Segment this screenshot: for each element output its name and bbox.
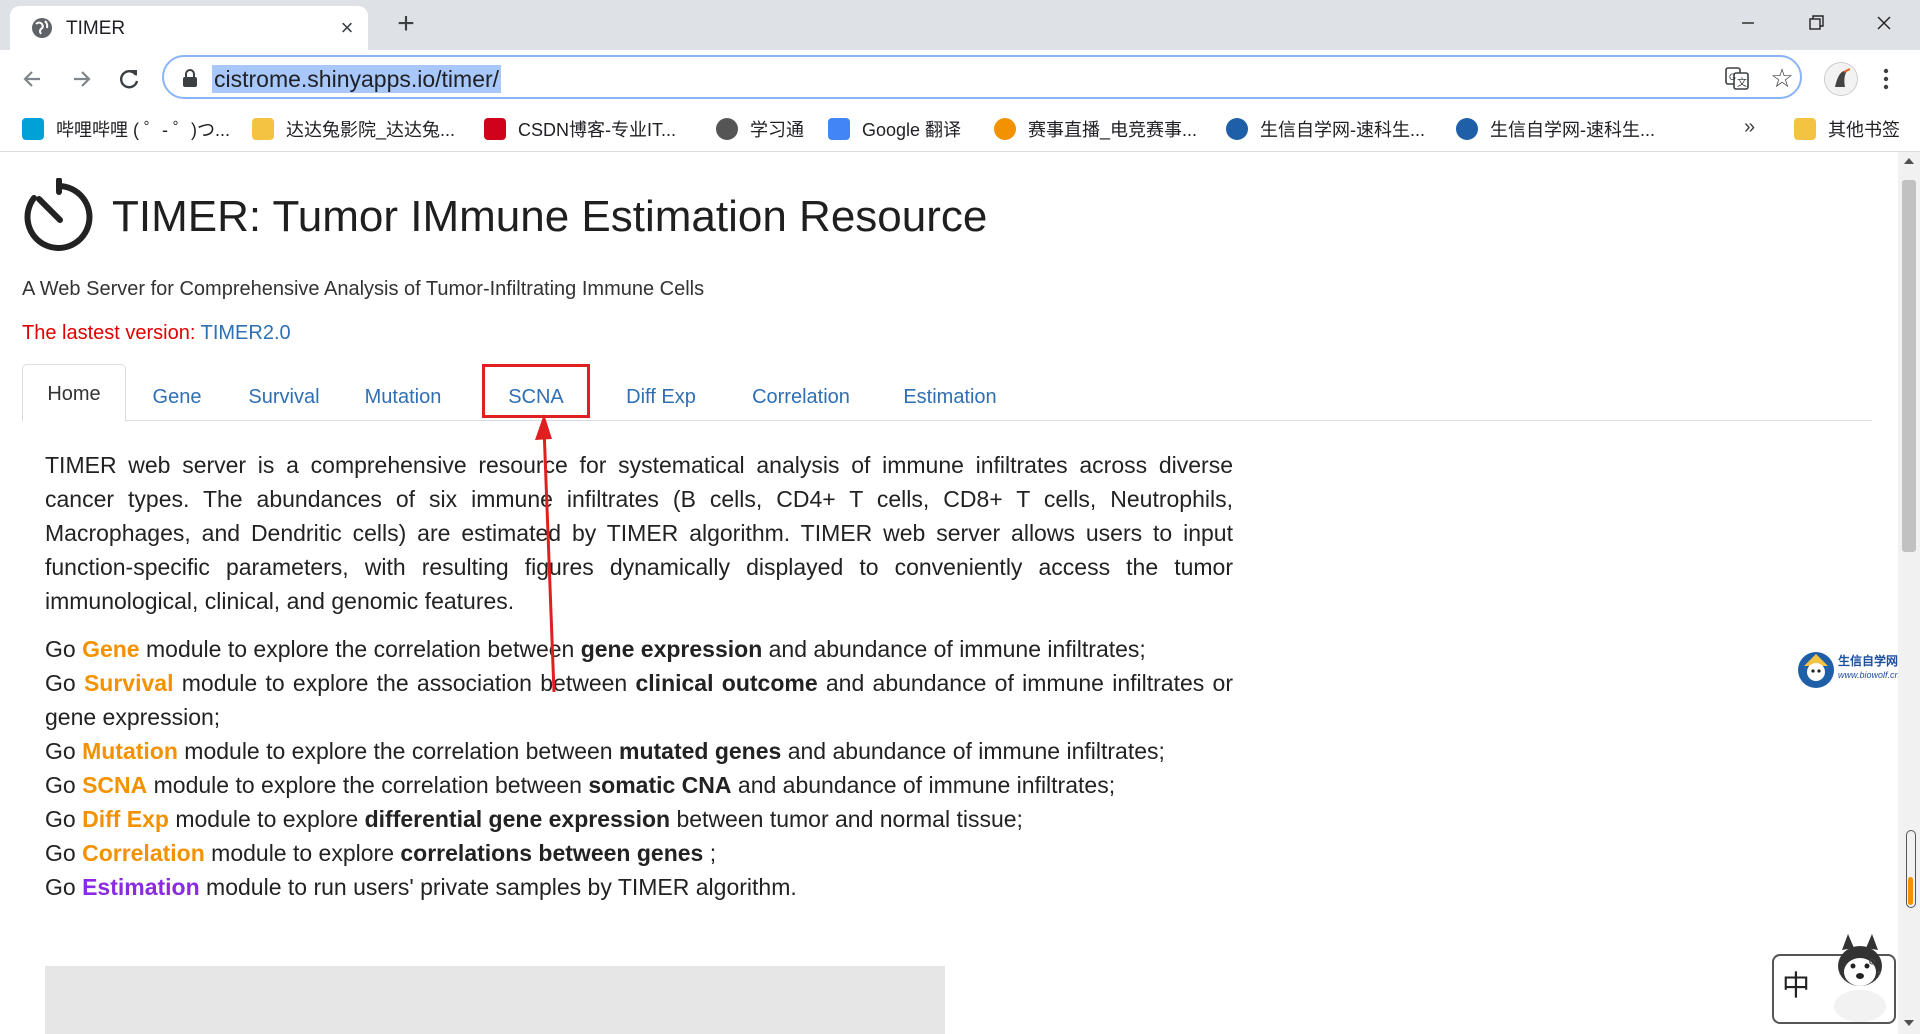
other-bookmarks-label: 其他书签 <box>1828 120 1900 140</box>
tab-mutation[interactable]: Mutation <box>340 374 466 420</box>
tab-diff-exp[interactable]: Diff Exp <box>606 374 716 420</box>
watermark-url: www.biowolf.cn <box>1838 670 1898 680</box>
new-tab-button[interactable]: + <box>392 9 420 39</box>
module-tabs: Home Gene Survival Mutation SCNA Diff Ex… <box>22 364 1872 422</box>
module-line-scna: Go SCNA module to explore the correlatio… <box>45 772 1116 798</box>
profile-avatar[interactable] <box>1824 62 1858 96</box>
close-window-icon[interactable] <box>1864 8 1904 38</box>
lock-icon[interactable] <box>182 69 198 87</box>
page-viewport: TIMER: Tumor IMmune Estimation Resource … <box>0 152 1898 1034</box>
ime-status-widget[interactable]: 中 °, <box>1772 934 1896 1024</box>
scna-module-link: SCNA <box>82 772 148 798</box>
avatar-bird-icon <box>1835 68 1851 87</box>
bookmark-label: 哔哩哔哩 ( ゜- ゜)つ... <box>56 120 230 140</box>
module-line-gene: Go Gene module to explore the correlatio… <box>45 636 1146 662</box>
bookmark-item[interactable]: 达达兔影院_达达兔... <box>252 116 455 142</box>
bookmark-label: 生信自学网-速科生... <box>1490 120 1655 140</box>
globe-icon <box>32 18 52 38</box>
version-label: The lastest version: <box>22 322 201 344</box>
watermark-text: 生信自学网 <box>1838 654 1898 668</box>
bookmark-label: CSDN博客-专业IT... <box>518 120 677 140</box>
scroll-down-arrow-icon[interactable] <box>1904 1020 1914 1026</box>
browser-tab[interactable]: TIMER × <box>10 6 368 50</box>
version-notice: The lastest version: TIMER2.0 <box>22 322 291 345</box>
tab-correlation[interactable]: Correlation <box>730 374 872 420</box>
correlation-module-link: Correlation <box>82 840 205 866</box>
bookmark-label: 达达兔影院_达达兔... <box>286 120 456 140</box>
bookmark-label: 学习通 <box>750 120 804 140</box>
bookmark-item[interactable]: 学习通 <box>716 116 804 142</box>
module-line-estimation: Go Estimation module to run users' priva… <box>45 874 797 900</box>
address-bar[interactable]: cistrome.shinyapps.io/timer/ G 文 ☆ <box>162 55 1802 99</box>
other-bookmarks[interactable]: 其他书签 <box>1794 116 1900 142</box>
estimation-module-link: Estimation <box>82 874 200 900</box>
browser-tab-strip: TIMER × + <box>0 0 1920 50</box>
gene-module-link: Gene <box>82 636 140 662</box>
timer2-link[interactable]: TIMER2.0 <box>201 322 291 344</box>
husky-mascot-icon <box>1834 934 1886 1022</box>
translate-icon[interactable]: G 文 <box>1724 65 1750 91</box>
tab-gene[interactable]: Gene <box>126 374 228 420</box>
browser-toolbar: cistrome.shinyapps.io/timer/ G 文 ☆ <box>0 50 1920 106</box>
scroll-thumb[interactable] <box>1902 180 1916 552</box>
close-tab-icon[interactable]: × <box>336 17 358 39</box>
image-placeholder <box>45 966 945 1034</box>
url-text[interactable]: cistrome.shinyapps.io/timer/ <box>212 65 502 93</box>
wolf-logo-icon <box>1798 652 1834 688</box>
bookmark-label: 赛事直播_电竞赛事... <box>1028 120 1198 140</box>
bookmark-item[interactable]: 生信自学网-速科生... <box>1226 116 1425 142</box>
red-arrow-annotation <box>535 414 556 693</box>
bookmark-item[interactable]: Google 翻译 <box>828 116 961 142</box>
restore-window-icon[interactable] <box>1796 8 1836 38</box>
back-arrow-icon[interactable] <box>18 64 48 94</box>
module-list: Go Gene module to explore the correlatio… <box>45 632 1233 904</box>
page-title: TIMER: Tumor IMmune Estimation Resource <box>112 192 988 241</box>
module-line-mutation: Go Mutation module to explore the correl… <box>45 738 1165 764</box>
tab-survival[interactable]: Survival <box>228 374 340 420</box>
bookmarks-bar: 哔哩哔哩 ( ゜- ゜)つ... 达达兔影院_达达兔... CSDN博客-专业I… <box>0 106 1920 152</box>
bookmarks-more-button[interactable]: » <box>1744 116 1755 139</box>
side-slider[interactable] <box>1906 830 1916 908</box>
mutation-module-link: Mutation <box>82 738 178 764</box>
bookmark-label: 生信自学网-速科生... <box>1260 120 1425 140</box>
tab-home[interactable]: Home <box>22 364 126 422</box>
reload-icon[interactable] <box>114 64 144 94</box>
svg-text:G: G <box>1729 72 1736 82</box>
diff-exp-module-link: Diff Exp <box>82 806 169 832</box>
bookmark-item[interactable]: 哔哩哔哩 ( ゜- ゜)つ... <box>22 116 230 142</box>
intro-paragraph: TIMER web server is a comprehensive reso… <box>45 452 1233 614</box>
folder-icon <box>1794 118 1816 140</box>
google-translate-icon <box>828 118 850 140</box>
bookmark-item[interactable]: 赛事直播_电竞赛事... <box>994 116 1197 142</box>
survival-module-link: Survival <box>83 670 174 696</box>
module-line-diff-exp: Go Diff Exp module to explore differenti… <box>45 806 1023 832</box>
minimize-window-icon[interactable] <box>1728 8 1768 38</box>
module-line-survival: Go Survival module to explore the associ… <box>45 670 1233 730</box>
module-line-correlation: Go Correlation module to explore correla… <box>45 840 717 866</box>
timer-stopwatch-icon <box>24 178 93 251</box>
dadatu-icon <box>252 118 274 140</box>
globe-icon <box>716 118 738 140</box>
bookmark-star-icon[interactable]: ☆ <box>1769 65 1795 91</box>
browser-tab-title: TIMER <box>66 18 126 39</box>
bilibili-icon <box>22 118 44 140</box>
bookmark-item[interactable]: 生信自学网-速科生... <box>1456 116 1655 142</box>
ime-punctuation-mark: °, <box>1868 956 1882 978</box>
forward-arrow-icon[interactable] <box>66 64 96 94</box>
biowolf-watermark: 生信自学网 www.biowolf.cn <box>1796 648 1898 692</box>
home-content: TIMER web server is a comprehensive reso… <box>45 448 1233 904</box>
tab-estimation[interactable]: Estimation <box>880 374 1020 420</box>
scroll-up-arrow-icon[interactable] <box>1904 158 1914 164</box>
svg-text:文: 文 <box>1737 76 1747 89</box>
esports-icon <box>994 118 1016 140</box>
bookmark-label: Google 翻译 <box>862 120 962 140</box>
side-slider-fill <box>1908 877 1913 905</box>
ime-language-char: 中 <box>1782 970 1811 1001</box>
biowolf-icon <box>1456 118 1478 140</box>
page-subtitle: A Web Server for Comprehensive Analysis … <box>22 278 705 300</box>
bookmark-item[interactable]: CSDN博客-专业IT... <box>484 116 676 142</box>
biowolf-icon <box>1226 118 1248 140</box>
browser-menu-icon[interactable] <box>1876 64 1896 94</box>
csdn-icon <box>484 118 506 140</box>
